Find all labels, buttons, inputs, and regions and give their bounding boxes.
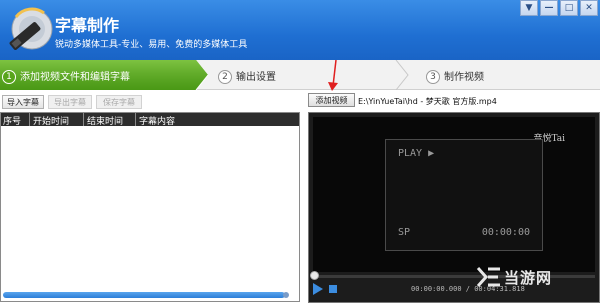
- step-1[interactable]: 1 添加视频文件和编辑字幕: [2, 68, 130, 84]
- play-overlay-text: PLAY ▶: [398, 148, 435, 159]
- horizontal-scrollbar[interactable]: [3, 292, 285, 298]
- watermark-logo-icon: [476, 267, 500, 287]
- watermark-text: 当游网: [504, 268, 553, 287]
- maximize-icon[interactable]: □: [560, 0, 578, 16]
- app-logo-icon: [9, 7, 53, 50]
- video-player: 音悦Tai PLAY ▶ SP 00:00:00 00:00:00.000 / …: [308, 112, 600, 303]
- column-divider: [83, 113, 84, 126]
- step-3-number: 3: [426, 70, 440, 84]
- subtitle-table[interactable]: 序号 开始时间 结束时间 字幕内容: [0, 112, 300, 302]
- close-icon[interactable]: ✕: [580, 0, 598, 16]
- column-header-content[interactable]: 字幕内容: [139, 114, 175, 127]
- app-subtitle: 锐动多媒体工具-专业、易用、免费的多媒体工具: [55, 40, 248, 50]
- step-3-label: 制作视频: [444, 72, 484, 83]
- export-subtitle-button[interactable]: 导出字幕: [48, 95, 92, 109]
- watermark: 当游网: [476, 266, 552, 288]
- column-divider: [29, 113, 30, 126]
- column-divider: [135, 113, 136, 126]
- scrollbar-thumb[interactable]: [283, 292, 289, 298]
- minimize-icon[interactable]: —: [540, 0, 558, 16]
- video-file-path: E:\YinYueTai\hd - 梦天歌 官方版.mp4: [358, 97, 497, 106]
- red-arrow-icon: [328, 60, 338, 91]
- video-frame-placeholder: PLAY ▶ SP 00:00:00: [385, 139, 543, 251]
- play-icon[interactable]: [313, 283, 323, 295]
- video-preview[interactable]: 音悦Tai PLAY ▶ SP 00:00:00: [313, 117, 595, 272]
- app-title: 字幕制作: [55, 16, 120, 35]
- table-header: 序号 开始时间 结束时间 字幕内容: [1, 113, 299, 127]
- step-1-number: 1: [2, 70, 16, 84]
- step-3[interactable]: 3 制作视频: [426, 68, 484, 84]
- stop-icon[interactable]: [329, 285, 337, 293]
- add-video-button[interactable]: 添加视频: [308, 93, 355, 107]
- window-controls: ▼ — □ ✕: [520, 0, 598, 16]
- seek-bar[interactable]: [313, 275, 595, 278]
- step-2[interactable]: 2 输出设置: [218, 68, 276, 84]
- menu-icon[interactable]: ▼: [520, 0, 538, 16]
- column-header-index[interactable]: 序号: [3, 114, 21, 127]
- import-subtitle-button[interactable]: 导入字幕: [2, 95, 44, 109]
- column-header-end[interactable]: 结束时间: [87, 114, 123, 127]
- sp-overlay-text: SP: [398, 227, 411, 238]
- step-1-label: 添加视频文件和编辑字幕: [20, 72, 130, 83]
- title-bar: 字幕制作 锐动多媒体工具-专业、易用、免费的多媒体工具 ▼ — □ ✕: [0, 0, 600, 60]
- step-2-number: 2: [218, 70, 232, 84]
- steps-bar: 1 添加视频文件和编辑字幕 2 输出设置 3 制作视频: [0, 60, 600, 90]
- seek-handle[interactable]: [310, 271, 319, 280]
- save-subtitle-button[interactable]: 保存字幕: [96, 95, 142, 109]
- step-2-label: 输出设置: [236, 72, 276, 83]
- timecode-overlay-text: 00:00:00: [481, 227, 530, 238]
- column-header-start[interactable]: 开始时间: [33, 114, 69, 127]
